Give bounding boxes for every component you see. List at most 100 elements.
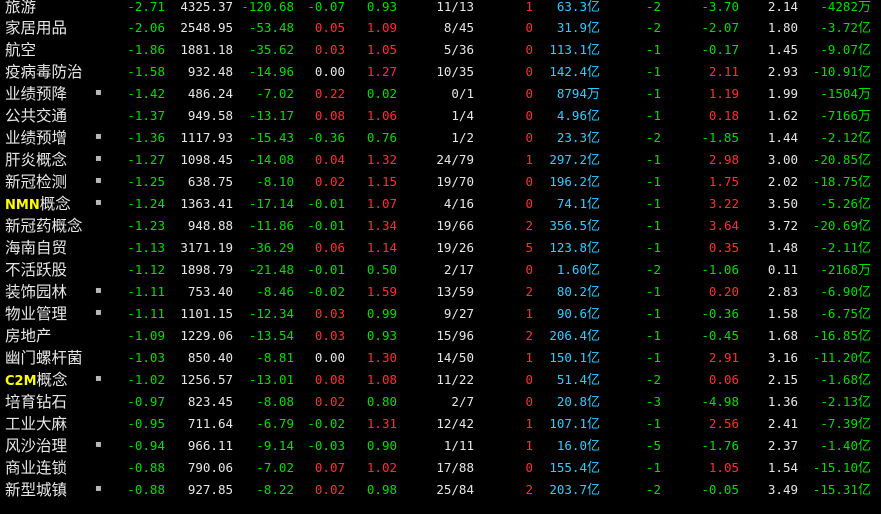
- net-inflow-cell: -18.75亿: [812, 174, 871, 190]
- table-row[interactable]: NMN概念 ▪ -1.24 1363.41 -17.14 -0.01 1.07 4/16 0 74…: [0, 192, 881, 214]
- sector-name[interactable]: 培育钻石: [5, 390, 67, 412]
- speed-cell: -0.03: [307, 438, 345, 453]
- limit-up-count-cell: 2: [525, 328, 533, 343]
- table-row[interactable]: 风沙治理 ▪ -0.94 966.11 -9.14 -0.03 0.90 1/11 1 16.0亿…: [0, 434, 881, 456]
- table-row[interactable]: 疫病毒防治 -1.58 932.48 -14.96 0.00 1.27 10/35 0 142.…: [0, 60, 881, 82]
- change-amount-cell: -15.43: [248, 130, 294, 145]
- sector-name[interactable]: C2M概念: [5, 368, 68, 390]
- table-row[interactable]: 物业管理 ▪ -1.11 1101.15 -12.34 0.03 0.99 9/27 1 90.6…: [0, 302, 881, 324]
- three-day-change-cell: -2.07: [701, 20, 739, 35]
- table-row[interactable]: 新冠药概念 -1.23 948.88 -11.86 -0.01 1.34 19/66 2 356…: [0, 214, 881, 236]
- sector-name[interactable]: NMN概念: [5, 192, 71, 214]
- change-amount-cell: -13.54: [248, 328, 294, 343]
- table-row[interactable]: 幽门螺杆菌 -1.03 850.40 -8.81 0.00 1.30 14/50 1 150.1…: [0, 346, 881, 368]
- table-row[interactable]: 业绩预降 ▪ -1.42 486.24 -7.02 0.22 0.02 0/1 0 8794万 -1…: [0, 82, 881, 104]
- price-cell: 927.85: [187, 482, 233, 497]
- table-row[interactable]: 家居用品 -2.06 2548.95 -53.48 0.05 1.09 8/45 0 31.9亿…: [0, 16, 881, 38]
- turnover-rate-cell: 3.49: [767, 482, 798, 497]
- table-row[interactable]: 商业连锁 -0.88 790.06 -7.02 0.07 1.02 17/88 0 155.4亿…: [0, 456, 881, 478]
- sector-name[interactable]: 新冠检测: [5, 170, 67, 192]
- rank-change-cell: -1: [645, 240, 661, 255]
- turnover-cell: 31.9亿: [556, 20, 600, 36]
- change-pct-cell: -1.37: [127, 108, 165, 123]
- sector-name[interactable]: 业绩预增: [5, 126, 67, 148]
- sector-name[interactable]: 疫病毒防治: [5, 60, 83, 82]
- table-row[interactable]: 不活跃股 -1.12 1898.79 -21.48 -0.01 0.50 2/17 0 1.60…: [0, 258, 881, 280]
- up-down-count-cell: 1/2: [451, 130, 474, 145]
- sector-name[interactable]: 物业管理: [5, 302, 67, 324]
- volume-ratio-cell: 1.02: [366, 460, 397, 475]
- change-pct-cell: -1.11: [127, 284, 165, 299]
- sector-name[interactable]: 新冠药概念: [5, 214, 83, 236]
- turnover-rate-cell: 1.36: [767, 394, 798, 409]
- sector-name[interactable]: 业绩预降: [5, 82, 67, 104]
- sector-name[interactable]: 房地产: [5, 324, 52, 346]
- rank-change-cell: -1: [645, 64, 661, 79]
- table-row[interactable]: C2M概念 ▪ -1.02 1256.57 -13.01 0.08 1.08 11/22 0 51…: [0, 368, 881, 390]
- sector-name[interactable]: 幽门螺杆菌: [5, 346, 83, 368]
- sector-name[interactable]: 不活跃股: [5, 258, 67, 280]
- change-amount-cell: -53.48: [248, 20, 294, 35]
- sector-name[interactable]: 家居用品: [5, 16, 67, 38]
- volume-ratio-cell: 1.14: [366, 240, 397, 255]
- bullet-marker: ▪: [95, 483, 102, 494]
- turnover-cell: 63.3亿: [556, 0, 600, 15]
- three-day-change-cell: -3.70: [701, 0, 739, 14]
- table-row[interactable]: 培育钻石 -0.97 823.45 -8.08 0.02 0.80 2/7 0 20.8亿 -3 -…: [0, 390, 881, 412]
- change-pct-cell: -0.94: [127, 438, 165, 453]
- change-pct-cell: -1.12: [127, 262, 165, 277]
- table-row[interactable]: 新冠检测 ▪ -1.25 638.75 -8.10 0.02 1.15 19/70 0 196.2…: [0, 170, 881, 192]
- sector-name[interactable]: 肝炎概念: [5, 148, 67, 170]
- table-row[interactable]: 装饰园林 ▪ -1.11 753.40 -8.46 -0.02 1.59 13/59 2 80.2…: [0, 280, 881, 302]
- change-amount-cell: -35.62: [248, 42, 294, 57]
- sector-ranking-table: 旅游 -2.71 4325.37 -120.68 -0.07 0.93 11/13 1 63.3…: [0, 0, 881, 500]
- table-row[interactable]: 新型城镇 ▪ -0.88 927.85 -8.22 0.02 0.98 25/84 2 203.7…: [0, 478, 881, 500]
- limit-up-count-cell: 1: [525, 0, 533, 14]
- rank-change-cell: -2: [645, 0, 661, 14]
- sector-name[interactable]: 工业大麻: [5, 412, 67, 434]
- sector-name[interactable]: 旅游: [5, 0, 36, 17]
- rank-change-cell: -1: [645, 108, 661, 123]
- change-amount-cell: -120.68: [241, 0, 294, 14]
- volume-ratio-cell: 1.07: [366, 196, 397, 211]
- rank-change-cell: -2: [645, 262, 661, 277]
- sector-name[interactable]: 商业连锁: [5, 456, 67, 478]
- turnover-rate-cell: 1.45: [767, 42, 798, 57]
- price-cell: 638.75: [187, 174, 233, 189]
- rank-change-cell: -2: [645, 372, 661, 387]
- speed-cell: 0.04: [314, 152, 345, 167]
- sector-name[interactable]: 航空: [5, 38, 36, 60]
- sector-name[interactable]: 公共交通: [5, 104, 67, 126]
- price-cell: 1229.06: [180, 328, 233, 343]
- up-down-count-cell: 14/50: [436, 350, 474, 365]
- table-row[interactable]: 业绩预增 ▪ -1.36 1117.93 -15.43 -0.36 0.76 1/2 0 23.3…: [0, 126, 881, 148]
- table-row[interactable]: 海南自贸 -1.13 3171.19 -36.29 0.06 1.14 19/26 5 123.…: [0, 236, 881, 258]
- turnover-cell: 8794万: [556, 86, 600, 102]
- rank-change-cell: -1: [645, 152, 661, 167]
- rank-change-cell: -3: [645, 394, 661, 409]
- volume-ratio-cell: 1.09: [366, 20, 397, 35]
- net-inflow-cell: -6.75亿: [820, 306, 871, 322]
- table-row[interactable]: 公共交通 -1.37 949.58 -13.17 0.08 1.06 1/4 0 4.96亿 -1…: [0, 104, 881, 126]
- turnover-rate-cell: 2.15: [767, 372, 798, 387]
- limit-up-count-cell: 2: [525, 482, 533, 497]
- volume-ratio-cell: 0.98: [366, 482, 397, 497]
- sector-name[interactable]: 海南自贸: [5, 236, 67, 258]
- speed-cell: -0.36: [307, 130, 345, 145]
- volume-ratio-cell: 0.93: [366, 328, 397, 343]
- table-row[interactable]: 旅游 -2.71 4325.37 -120.68 -0.07 0.93 11/13 1 63.3…: [0, 0, 881, 16]
- speed-cell: 0.08: [314, 372, 345, 387]
- bullet-marker: ▪: [95, 197, 102, 208]
- turnover-rate-cell: 1.62: [767, 108, 798, 123]
- turnover-rate-cell: 2.93: [767, 64, 798, 79]
- speed-cell: 0.03: [314, 42, 345, 57]
- table-row[interactable]: 工业大麻 -0.95 711.64 -6.79 -0.02 1.31 12/42 1 107.1…: [0, 412, 881, 434]
- sector-name[interactable]: 新型城镇: [5, 478, 67, 500]
- sector-name[interactable]: 装饰园林: [5, 280, 67, 302]
- table-row[interactable]: 肝炎概念 ▪ -1.27 1098.45 -14.08 0.04 1.32 24/79 1 297…: [0, 148, 881, 170]
- speed-cell: -0.07: [307, 0, 345, 14]
- table-row[interactable]: 航空 -1.86 1881.18 -35.62 0.03 1.05 5/36 0 113.1亿 -…: [0, 38, 881, 60]
- table-row[interactable]: 房地产 -1.09 1229.06 -13.54 0.03 0.93 15/96 2 206.4…: [0, 324, 881, 346]
- sector-name[interactable]: 风沙治理: [5, 434, 67, 456]
- net-inflow-cell: -10.91亿: [812, 64, 871, 80]
